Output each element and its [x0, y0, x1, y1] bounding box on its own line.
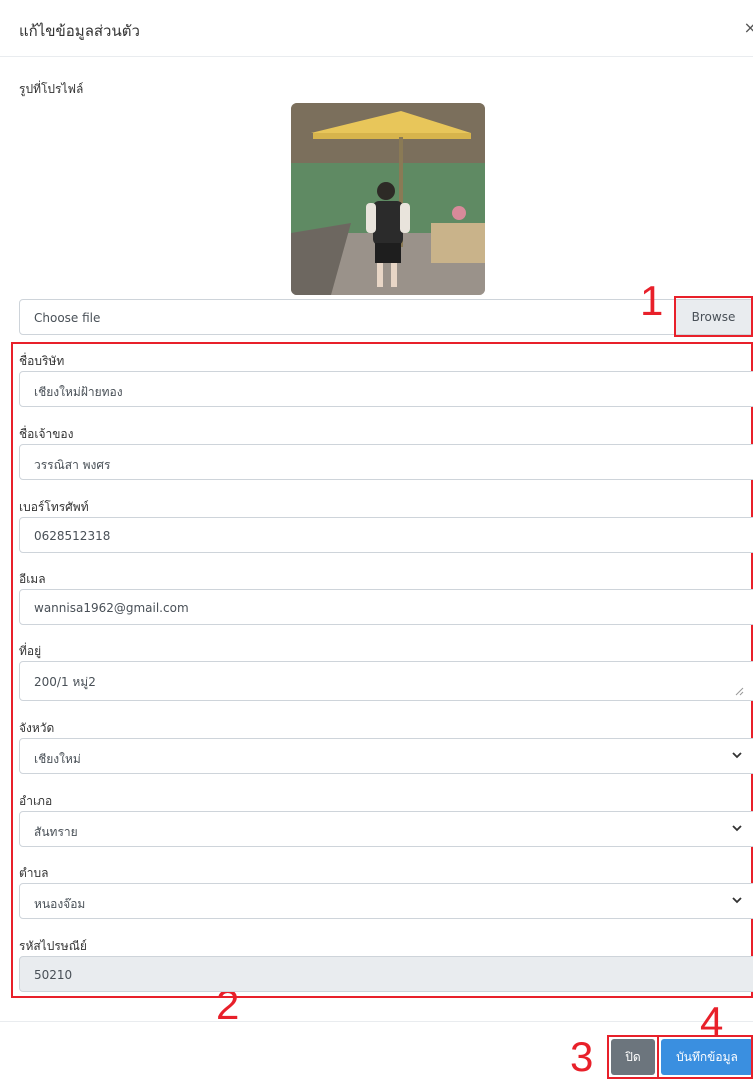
- annotation-number-3: 3: [570, 1033, 594, 1080]
- annotation-box-save: [657, 1035, 753, 1079]
- email-field[interactable]: wannisa1962@gmail.com: [19, 589, 753, 625]
- province-select[interactable]: เชียงใหม่: [19, 738, 753, 774]
- district-select[interactable]: สันทราย: [19, 811, 753, 847]
- annotation-number-1: 1: [640, 277, 664, 324]
- address-value: 200/1 หมู่2: [34, 675, 96, 689]
- field-label-postcode: รหัสไปรษณีย์: [19, 939, 87, 953]
- field-label-district: อำเภอ: [19, 794, 53, 808]
- company-name-value: เชียงใหม่ฝ้ายทอง: [34, 385, 123, 399]
- subdistrict-value: หนองจ๊อม: [34, 897, 86, 911]
- resize-handle-icon[interactable]: [734, 686, 744, 696]
- owner-name-field[interactable]: วรรณิสา พงศร: [19, 444, 753, 480]
- annotation-box-browse: [674, 296, 753, 337]
- field-label-subdistrict: ตำบล: [19, 866, 49, 880]
- company-name-field[interactable]: เชียงใหม่ฝ้ายทอง: [19, 371, 753, 407]
- postcode-value: 50210: [34, 968, 73, 982]
- chevron-down-icon: [732, 752, 742, 759]
- field-label-phone: เบอร์โทรศัพท์: [19, 500, 89, 514]
- file-input-placeholder: Choose file: [34, 311, 101, 325]
- phone-field[interactable]: 0628512318: [19, 517, 753, 553]
- district-value: สันทราย: [34, 825, 78, 839]
- subdistrict-select[interactable]: หนองจ๊อม: [19, 883, 753, 919]
- email-value: wannisa1962@gmail.com: [34, 601, 189, 615]
- field-label-email: อีเมล: [19, 572, 46, 586]
- close-icon[interactable]: ×: [744, 18, 753, 37]
- phone-value: 0628512318: [34, 529, 111, 543]
- profile-image-label: รูปที่โปรไฟล์: [19, 82, 84, 96]
- owner-name-value: วรรณิสา พงศร: [34, 458, 111, 472]
- chevron-down-icon: [732, 825, 742, 832]
- postcode-field: 50210: [19, 956, 753, 992]
- annotation-box-close: [607, 1035, 659, 1079]
- modal-footer-divider: [0, 1021, 753, 1022]
- modal-header: แก้ไขข้อมูลส่วนตัว ×: [0, 0, 753, 57]
- province-value: เชียงใหม่: [34, 752, 81, 766]
- profile-photo: [291, 103, 485, 295]
- chevron-down-icon: [732, 897, 742, 904]
- modal-title: แก้ไขข้อมูลส่วนตัว: [19, 22, 140, 40]
- field-label-address: ที่อยู่: [19, 644, 42, 658]
- field-label-province: จังหวัด: [19, 721, 55, 735]
- field-label-owner: ชื่อเจ้าของ: [19, 427, 74, 441]
- address-textarea[interactable]: 200/1 หมู่2: [19, 661, 753, 701]
- field-label-company: ชื่อบริษัท: [19, 354, 65, 368]
